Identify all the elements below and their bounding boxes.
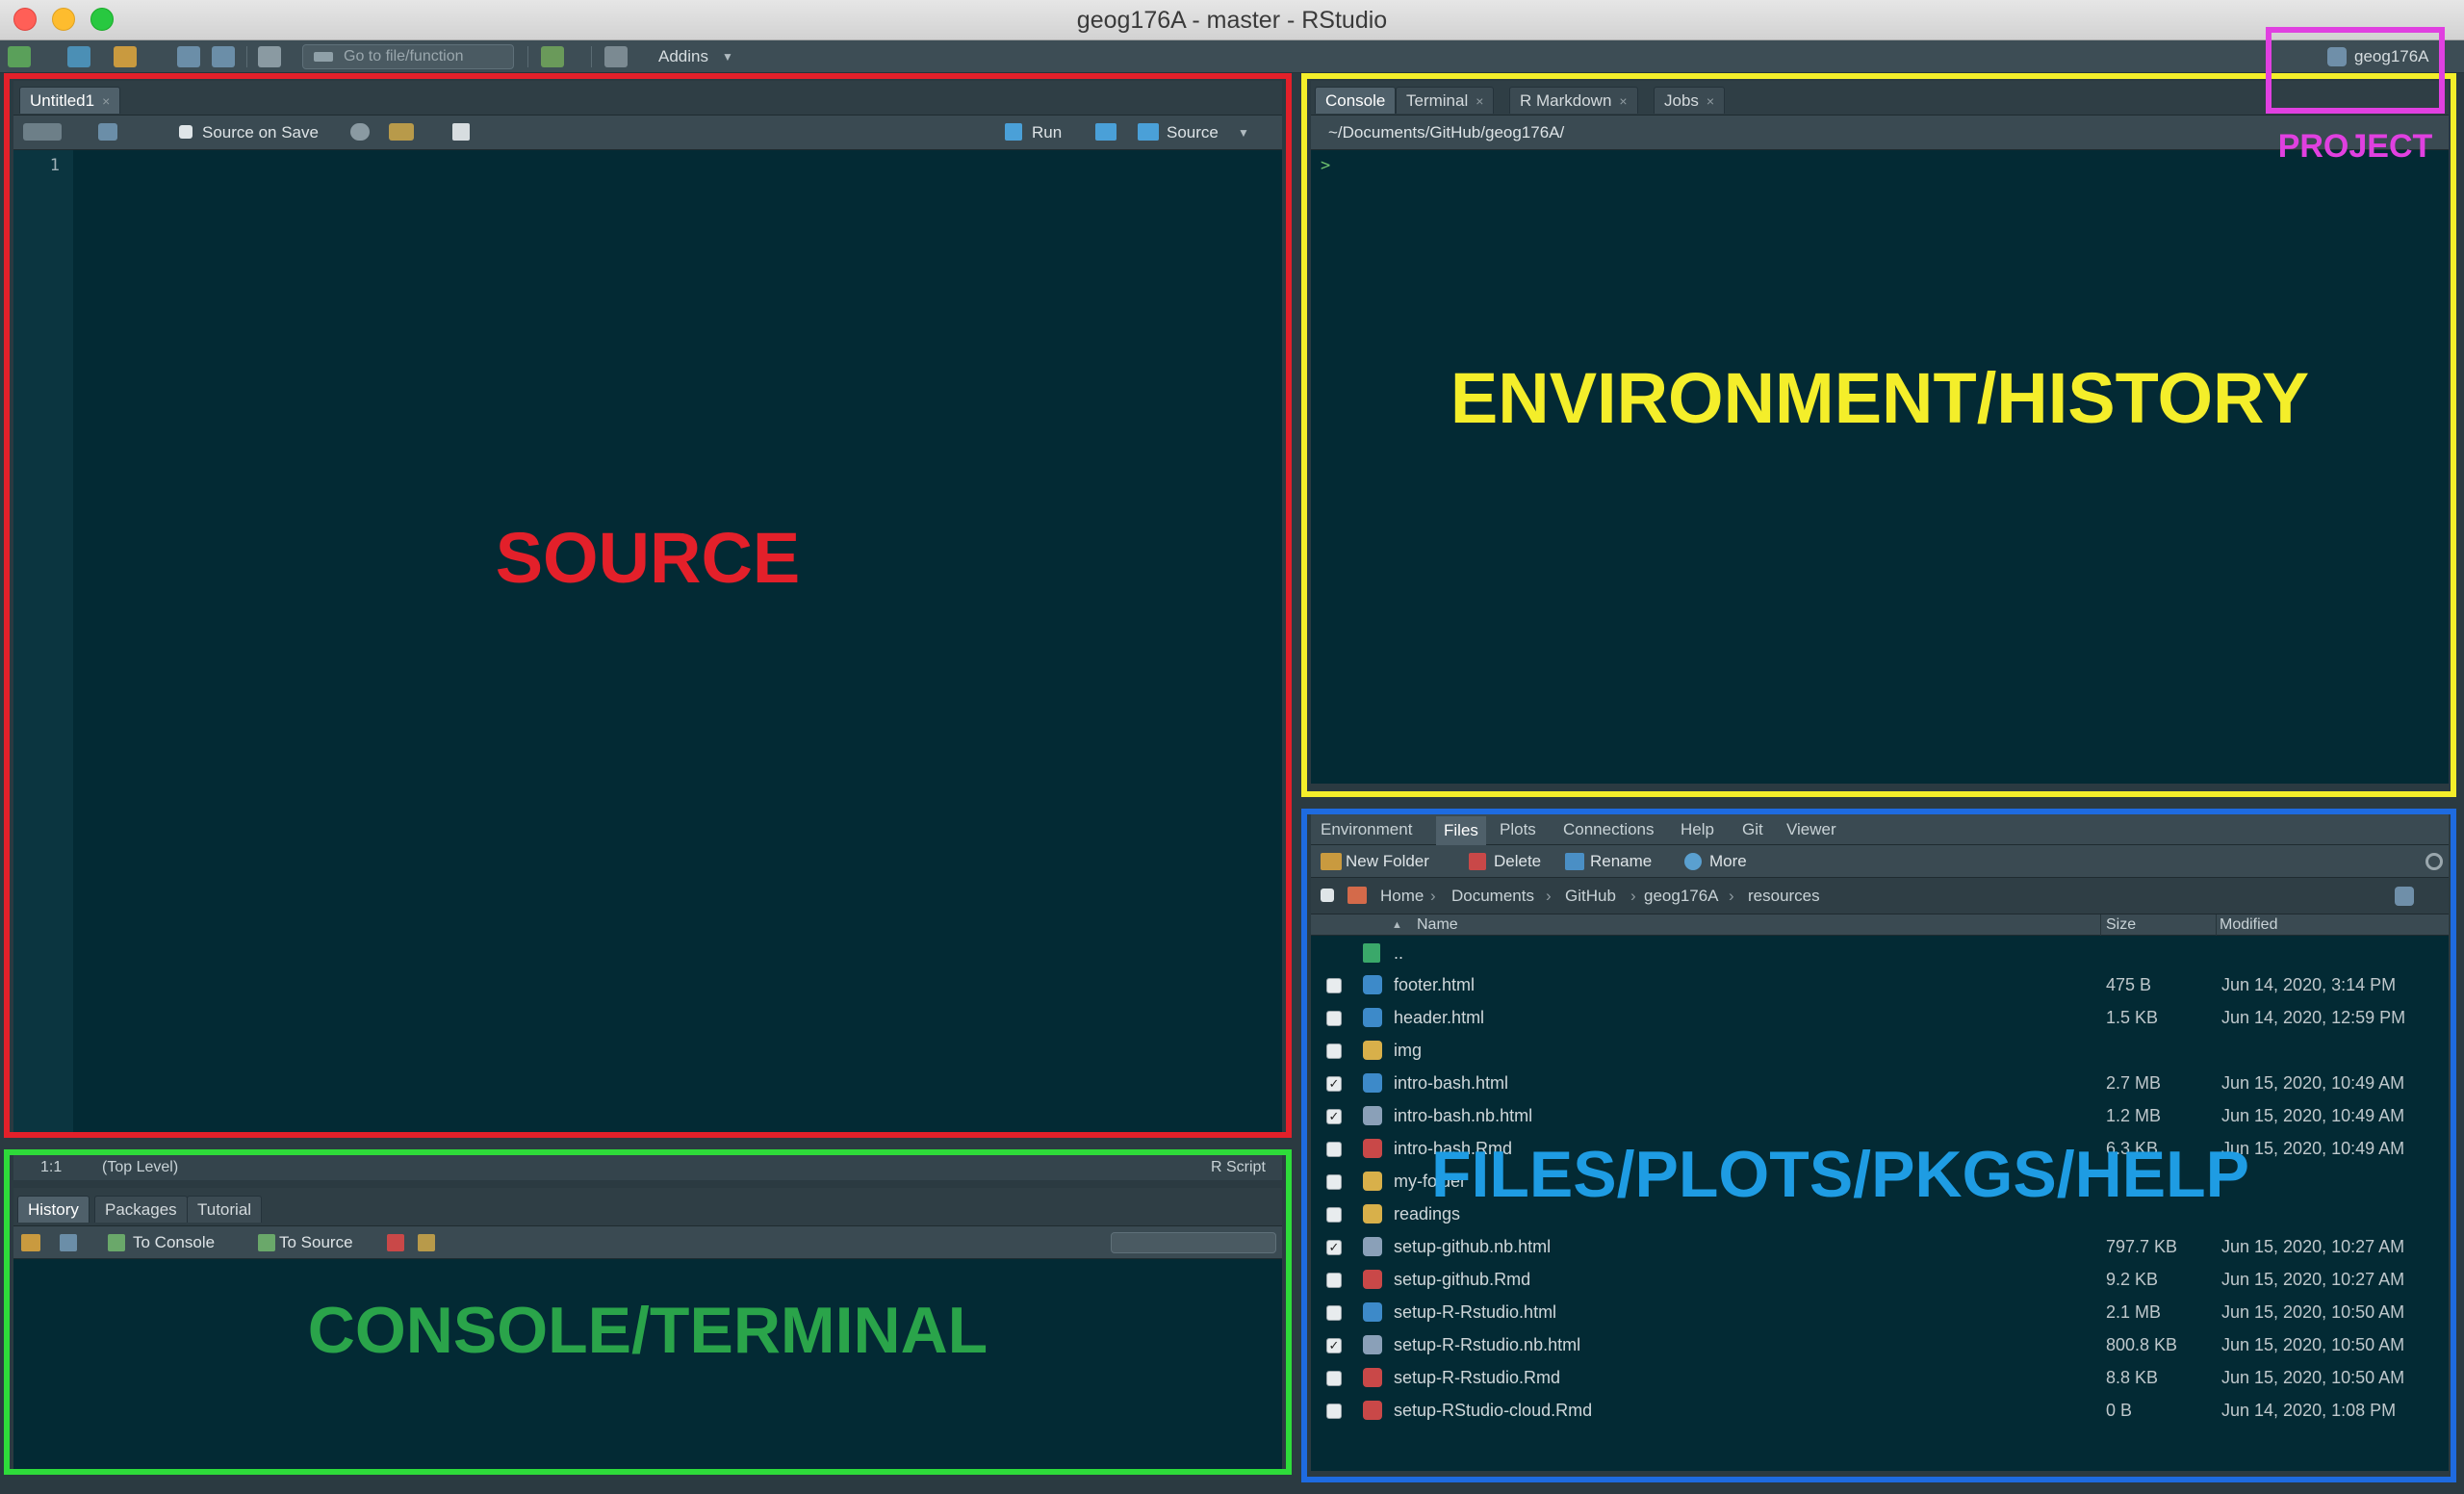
- save-all-icon[interactable]: [212, 46, 235, 67]
- open-file-icon[interactable]: [114, 46, 137, 67]
- files-plots-pkgs-help-label: FILES/PLOTS/PKGS/HELP: [1430, 1138, 2250, 1211]
- toolbar-divider: [246, 46, 247, 67]
- main-toolbar: Go to file/function Addins ▼ geog176A: [0, 40, 2464, 73]
- window-title-bar: geog176A - master - RStudio: [0, 0, 2464, 40]
- chevron-down-icon: ▼: [722, 50, 733, 64]
- save-icon[interactable]: [177, 46, 200, 67]
- addins-menu[interactable]: Addins: [658, 40, 708, 73]
- toolbar-divider: [527, 46, 528, 67]
- arrow-icon: [314, 52, 333, 62]
- new-project-icon[interactable]: [67, 46, 90, 67]
- environment-history-label: ENVIRONMENT/HISTORY: [1450, 358, 2310, 438]
- window-title: geog176A - master - RStudio: [1076, 7, 1388, 34]
- print-icon[interactable]: [258, 46, 281, 67]
- project-label: PROJECT: [2277, 128, 2433, 165]
- go-to-file-input[interactable]: Go to file/function: [302, 44, 514, 69]
- source-label: SOURCE: [495, 518, 801, 598]
- toolbar-divider: [591, 46, 592, 67]
- version-control-icon[interactable]: [541, 46, 564, 67]
- console-terminal-label: CONSOLE/TERMINAL: [307, 1294, 988, 1367]
- project-region-outline: [2266, 27, 2445, 114]
- workspace-panes-icon[interactable]: [604, 46, 628, 67]
- new-file-icon[interactable]: [8, 46, 31, 67]
